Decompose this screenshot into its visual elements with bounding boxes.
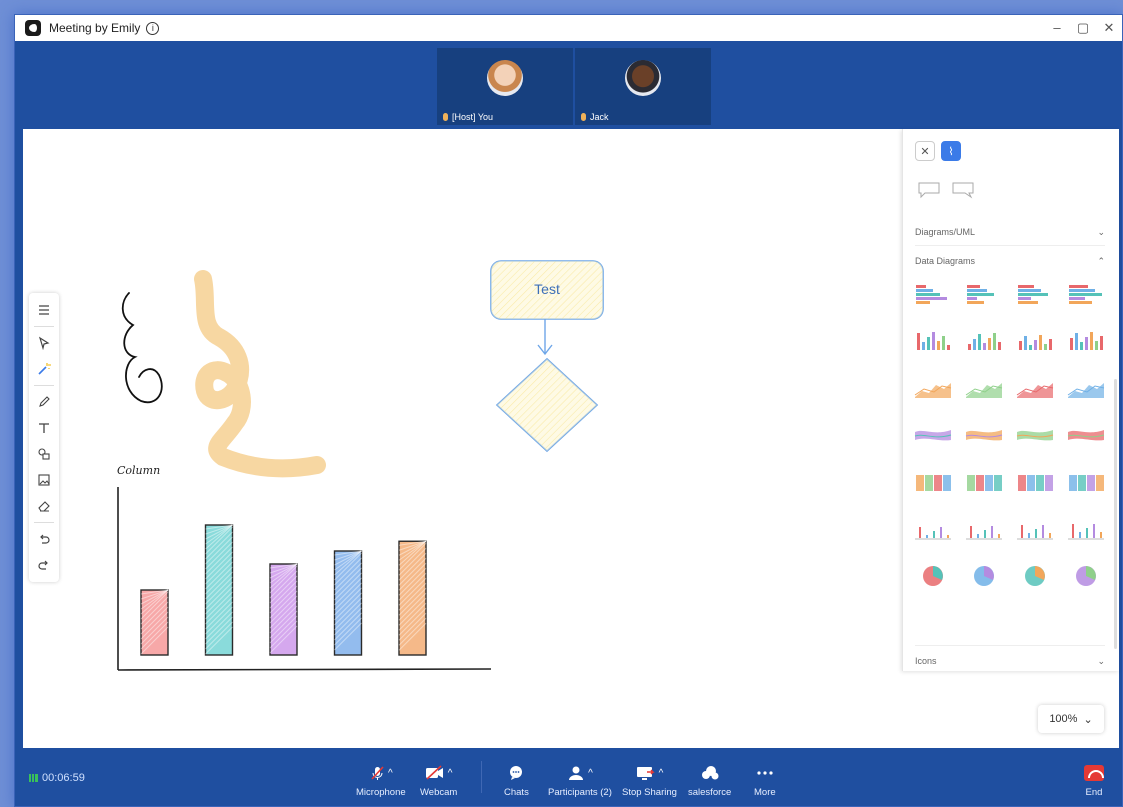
freehand-highlighter-stroke: [194, 270, 326, 478]
close-panel-button[interactable]: ✕: [915, 141, 935, 161]
diagram-thumbnail[interactable]: [965, 565, 1003, 587]
meeting-window: Meeting by Emily i – ▢ ✕ [Host] You Jack: [14, 14, 1123, 807]
video-tile-you[interactable]: [Host] You: [437, 48, 573, 125]
section-diagrams-uml[interactable]: Diagrams/UML ⌄: [915, 227, 1105, 238]
pin-icon: ⌇: [948, 145, 954, 158]
diagram-thumbnail[interactable]: [914, 565, 952, 587]
flow-node-label: Test: [534, 281, 560, 297]
data-diagram-grid: [914, 283, 1106, 587]
signal-icon: [29, 774, 38, 782]
diagram-thumbnail[interactable]: [1016, 565, 1054, 587]
section-icons[interactable]: Icons ⌄: [915, 656, 1105, 667]
zoom-level: 100%: [1049, 713, 1078, 725]
callout-shapes[interactable]: [915, 179, 977, 199]
diagram-thumbnail[interactable]: [1067, 377, 1105, 399]
diagram-thumbnail[interactable]: [965, 283, 1003, 305]
diagram-thumbnail[interactable]: [1067, 330, 1105, 352]
diagram-thumbnail[interactable]: [914, 518, 952, 540]
diagram-thumbnail[interactable]: [1067, 471, 1105, 493]
stop-sharing-button[interactable]: ^ Stop Sharing: [622, 763, 677, 798]
shapes-icon[interactable]: [29, 441, 59, 467]
diagram-thumbnail[interactable]: [1067, 565, 1105, 587]
microphone-icon: [581, 113, 586, 121]
panel-scrollbar[interactable]: [1114, 379, 1117, 649]
salesforce-icon: [701, 766, 719, 780]
microphone-icon: [443, 113, 448, 121]
end-call-button[interactable]: End: [1084, 763, 1104, 798]
text-icon[interactable]: [29, 415, 59, 441]
pencil-icon[interactable]: [29, 389, 59, 415]
redo-icon[interactable]: [29, 552, 59, 578]
call-timer: 00:06:59: [29, 772, 85, 784]
diagram-thumbnail[interactable]: [965, 518, 1003, 540]
menu-icon[interactable]: [29, 297, 59, 323]
chat-icon: [510, 766, 523, 780]
share-screen-icon: [636, 767, 655, 780]
select-icon[interactable]: [29, 330, 59, 356]
diagram-thumbnail[interactable]: [914, 283, 952, 305]
freehand-black-stroke: [121, 292, 163, 404]
diagram-thumbnail[interactable]: [1016, 518, 1054, 540]
diagram-thumbnail[interactable]: [914, 424, 952, 446]
video-strip: [Host] You Jack: [15, 41, 1122, 129]
window-title: Meeting by Emily: [49, 21, 141, 35]
webcam-button[interactable]: ^ Webcam: [420, 763, 457, 798]
avatar: [487, 60, 523, 96]
diagram-thumbnail[interactable]: [1016, 377, 1054, 399]
whiteboard-toolbar: [29, 293, 59, 582]
section-data-diagrams[interactable]: Data Diagrams ⌃: [915, 256, 1105, 267]
diagram-thumbnail[interactable]: [914, 471, 952, 493]
participant-name: Jack: [590, 112, 609, 122]
meeting-controls-bar: 00:06:59 ^ Microphone ^ Webcam Chats ^ P…: [15, 751, 1122, 806]
diagram-thumbnail[interactable]: [914, 330, 952, 352]
chart-x-axis: [117, 668, 492, 671]
diagram-thumbnail[interactable]: [965, 377, 1003, 399]
minimize-button[interactable]: –: [1044, 15, 1070, 41]
webcam-off-icon: [425, 765, 443, 780]
diagram-thumbnail[interactable]: [1016, 471, 1054, 493]
chart-bar-5: [398, 540, 427, 656]
info-icon[interactable]: i: [146, 21, 160, 35]
diagram-thumbnail[interactable]: [1016, 330, 1054, 352]
diagram-thumbnail[interactable]: [965, 471, 1003, 493]
diagram-thumbnail[interactable]: [1067, 283, 1105, 305]
participants-icon: [569, 766, 584, 780]
chart-title: Column: [117, 464, 161, 477]
diagram-thumbnail[interactable]: [965, 330, 1003, 352]
undo-icon[interactable]: [29, 526, 59, 552]
video-tile-jack[interactable]: Jack: [575, 48, 711, 125]
diagram-thumbnail[interactable]: [1016, 424, 1054, 446]
magic-wand-icon[interactable]: [29, 356, 59, 382]
chevron-down-icon: ⌄: [1083, 713, 1093, 726]
avatar: [625, 60, 661, 96]
diagram-thumbnail[interactable]: [965, 424, 1003, 446]
shape-library-panel: ✕ ⌇ Diagrams/UML ⌄ Data Diagrams ⌃ Icons ⌄: [902, 129, 1119, 671]
diagram-thumbnail[interactable]: [1067, 518, 1105, 540]
close-button[interactable]: ✕: [1096, 15, 1122, 41]
whiteboard-canvas[interactable]: Test Column ✕ ⌇ Diagrams/UML ⌄ Data Diag…: [23, 129, 1119, 748]
participant-name: [Host] You: [452, 112, 494, 122]
participants-button[interactable]: ^ Participants (2): [548, 763, 612, 798]
microphone-button[interactable]: ^ Microphone: [356, 763, 406, 798]
chats-button[interactable]: Chats: [504, 763, 529, 798]
title-bar: Meeting by Emily i – ▢ ✕: [15, 15, 1122, 41]
diagram-thumbnail[interactable]: [914, 377, 952, 399]
pin-panel-button[interactable]: ⌇: [941, 141, 961, 161]
microphone-muted-icon: [371, 766, 384, 780]
more-icon: [757, 771, 773, 775]
diagram-thumbnail[interactable]: [1067, 424, 1105, 446]
diagram-thumbnail[interactable]: [1016, 283, 1054, 305]
salesforce-button[interactable]: salesforce: [688, 763, 731, 798]
app-logo-icon: [25, 20, 41, 36]
maximize-button[interactable]: ▢: [1070, 15, 1096, 41]
more-button[interactable]: More: [754, 763, 776, 798]
hang-up-icon: [1084, 765, 1104, 781]
image-icon[interactable]: [29, 467, 59, 493]
zoom-control[interactable]: 100% ⌄: [1038, 705, 1104, 733]
eraser-icon[interactable]: [29, 493, 59, 519]
